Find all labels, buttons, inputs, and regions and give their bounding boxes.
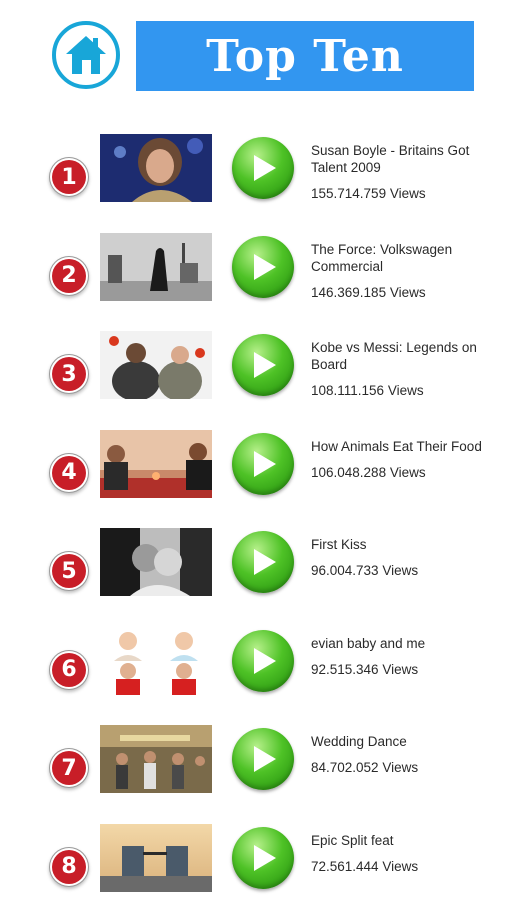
video-info: Susan Boyle - Britains Got Talent 2009 1… xyxy=(311,142,491,202)
play-icon xyxy=(248,546,278,578)
play-button[interactable] xyxy=(232,531,294,593)
rank-badge: 6 xyxy=(52,653,86,687)
house-icon xyxy=(64,34,108,76)
view-count: 146.369.185 Views xyxy=(311,284,491,301)
play-icon xyxy=(248,448,278,480)
home-button[interactable] xyxy=(52,21,120,89)
play-button[interactable] xyxy=(232,728,294,790)
play-button[interactable] xyxy=(232,236,294,298)
video-title[interactable]: First Kiss xyxy=(311,536,491,553)
video-info: Wedding Dance 84.702.052 Views xyxy=(311,733,491,776)
video-thumbnail[interactable] xyxy=(100,233,212,301)
video-title[interactable]: The Force: Volkswagen Commercial xyxy=(311,241,491,275)
rank-badge: 8 xyxy=(52,850,86,884)
video-thumbnail[interactable] xyxy=(100,824,212,892)
play-button[interactable] xyxy=(232,630,294,692)
list-item[interactable]: 3 Kobe vs Messi: Legends on Board 108.11… xyxy=(0,325,506,424)
title-banner: Top Ten xyxy=(136,21,474,91)
video-thumbnail[interactable] xyxy=(100,430,212,498)
play-icon xyxy=(248,349,278,381)
view-count: 96.004.733 Views xyxy=(311,562,491,579)
video-thumbnail[interactable] xyxy=(100,331,212,399)
view-count: 155.714.759 Views xyxy=(311,185,491,202)
rank-badge: 2 xyxy=(52,259,86,293)
rank-badge: 4 xyxy=(52,456,86,490)
list-item[interactable]: 8 Epic Split feat 72.561.444 Vi xyxy=(0,818,506,916)
video-thumbnail[interactable] xyxy=(100,627,212,695)
page-title: Top Ten xyxy=(206,31,404,82)
play-icon xyxy=(248,645,278,677)
video-info: How Animals Eat Their Food 106.048.288 V… xyxy=(311,438,491,481)
view-count: 108.111.156 Views xyxy=(311,382,491,399)
list-item[interactable]: 4 How Animals Eat Their Food 106.048.288… xyxy=(0,424,506,523)
rank-badge: 1 xyxy=(52,160,86,194)
rank-badge: 5 xyxy=(52,554,86,588)
video-info: Kobe vs Messi: Legends on Board 108.111.… xyxy=(311,339,491,399)
list-item[interactable]: 7 Wedding Dance 84.702.052 Views xyxy=(0,719,506,818)
list-item[interactable]: 6 evian baby and me 92.515.346 Views xyxy=(0,621,506,720)
play-icon xyxy=(248,152,278,184)
list-item[interactable]: 5 First Kiss 96.004.733 Views xyxy=(0,522,506,621)
view-count: 72.561.444 Views xyxy=(311,858,491,875)
view-count: 92.515.346 Views xyxy=(311,661,491,678)
video-thumbnail[interactable] xyxy=(100,725,212,793)
video-info: Epic Split feat 72.561.444 Views xyxy=(311,832,491,875)
video-thumbnail[interactable] xyxy=(100,134,212,202)
rank-badge: 3 xyxy=(52,357,86,391)
video-title[interactable]: How Animals Eat Their Food xyxy=(311,438,491,455)
header: Top Ten xyxy=(0,0,506,100)
play-button[interactable] xyxy=(232,334,294,396)
video-info: The Force: Volkswagen Commercial 146.369… xyxy=(311,241,491,301)
video-title[interactable]: evian baby and me xyxy=(311,635,491,652)
video-thumbnail[interactable] xyxy=(100,528,212,596)
view-count: 106.048.288 Views xyxy=(311,464,491,481)
video-title[interactable]: Kobe vs Messi: Legends on Board xyxy=(311,339,491,373)
view-count: 84.702.052 Views xyxy=(311,759,491,776)
video-title[interactable]: Epic Split feat xyxy=(311,832,491,849)
play-button[interactable] xyxy=(232,827,294,889)
play-button[interactable] xyxy=(232,137,294,199)
play-button[interactable] xyxy=(232,433,294,495)
play-icon xyxy=(248,842,278,874)
video-title[interactable]: Wedding Dance xyxy=(311,733,491,750)
video-info: evian baby and me 92.515.346 Views xyxy=(311,635,491,678)
play-icon xyxy=(248,743,278,775)
video-title[interactable]: Susan Boyle - Britains Got Talent 2009 xyxy=(311,142,491,176)
video-info: First Kiss 96.004.733 Views xyxy=(311,536,491,579)
list-item[interactable]: 1 Susan Boyle - Britains Got Talent 2009… xyxy=(0,128,506,227)
play-icon xyxy=(248,251,278,283)
list-item[interactable]: 2 The Force: Volkswagen Commercial 146.3… xyxy=(0,227,506,326)
video-list: 1 Susan Boyle - Britains Got Talent 2009… xyxy=(0,128,506,916)
rank-badge: 7 xyxy=(52,751,86,785)
